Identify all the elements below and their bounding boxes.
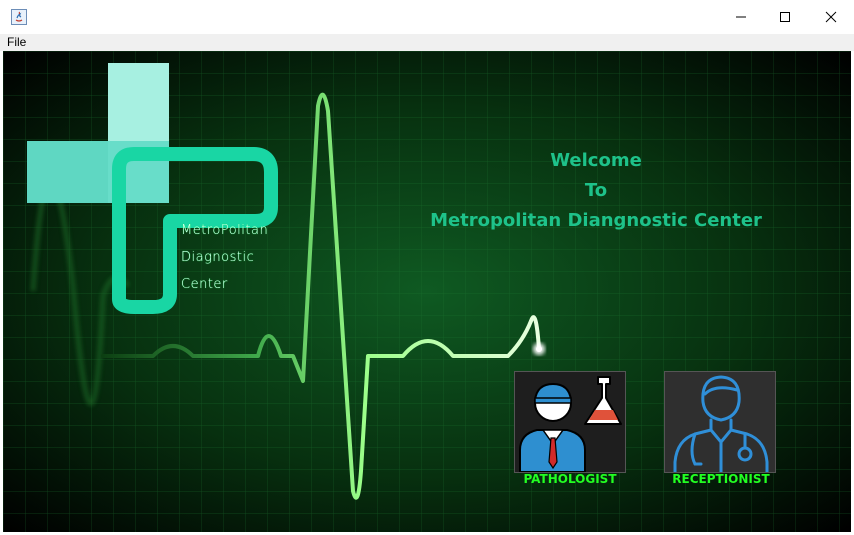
menu-bar: File [0, 34, 854, 51]
pathologist-icon [515, 372, 625, 472]
receptionist-icon [665, 372, 775, 472]
maximize-icon [780, 12, 790, 22]
pathologist-label: PATHOLOGIST [523, 472, 617, 486]
minimize-button[interactable] [718, 0, 764, 34]
menu-file[interactable]: File [7, 35, 26, 49]
welcome-line3: Metropolitan Diangnostic Center [430, 210, 762, 231]
minimize-icon [736, 16, 746, 18]
java-app-icon [11, 9, 27, 25]
pathologist-button[interactable] [514, 371, 626, 473]
maximize-button[interactable] [762, 0, 808, 34]
receptionist-label: RECEPTIONIST [672, 472, 770, 486]
title-bar [0, 0, 854, 34]
app-window: File MetroPolitan Diagnostic Center Welc… [0, 0, 854, 535]
welcome-line2: To [584, 180, 608, 201]
close-button[interactable] [808, 0, 854, 34]
welcome-line1: Welcome [550, 150, 642, 171]
close-icon [825, 11, 837, 23]
logo-text-line3: Center [181, 277, 228, 292]
welcome-panel: MetroPolitan Diagnostic Center Welcome T… [3, 51, 851, 532]
receptionist-button[interactable] [664, 371, 776, 473]
logo-text-line2: Diagnostic [181, 250, 255, 265]
logo-text-line1: MetroPolitan [181, 223, 269, 238]
welcome-heading: Welcome To Metropolitan Diangnostic Cent… [386, 146, 806, 236]
